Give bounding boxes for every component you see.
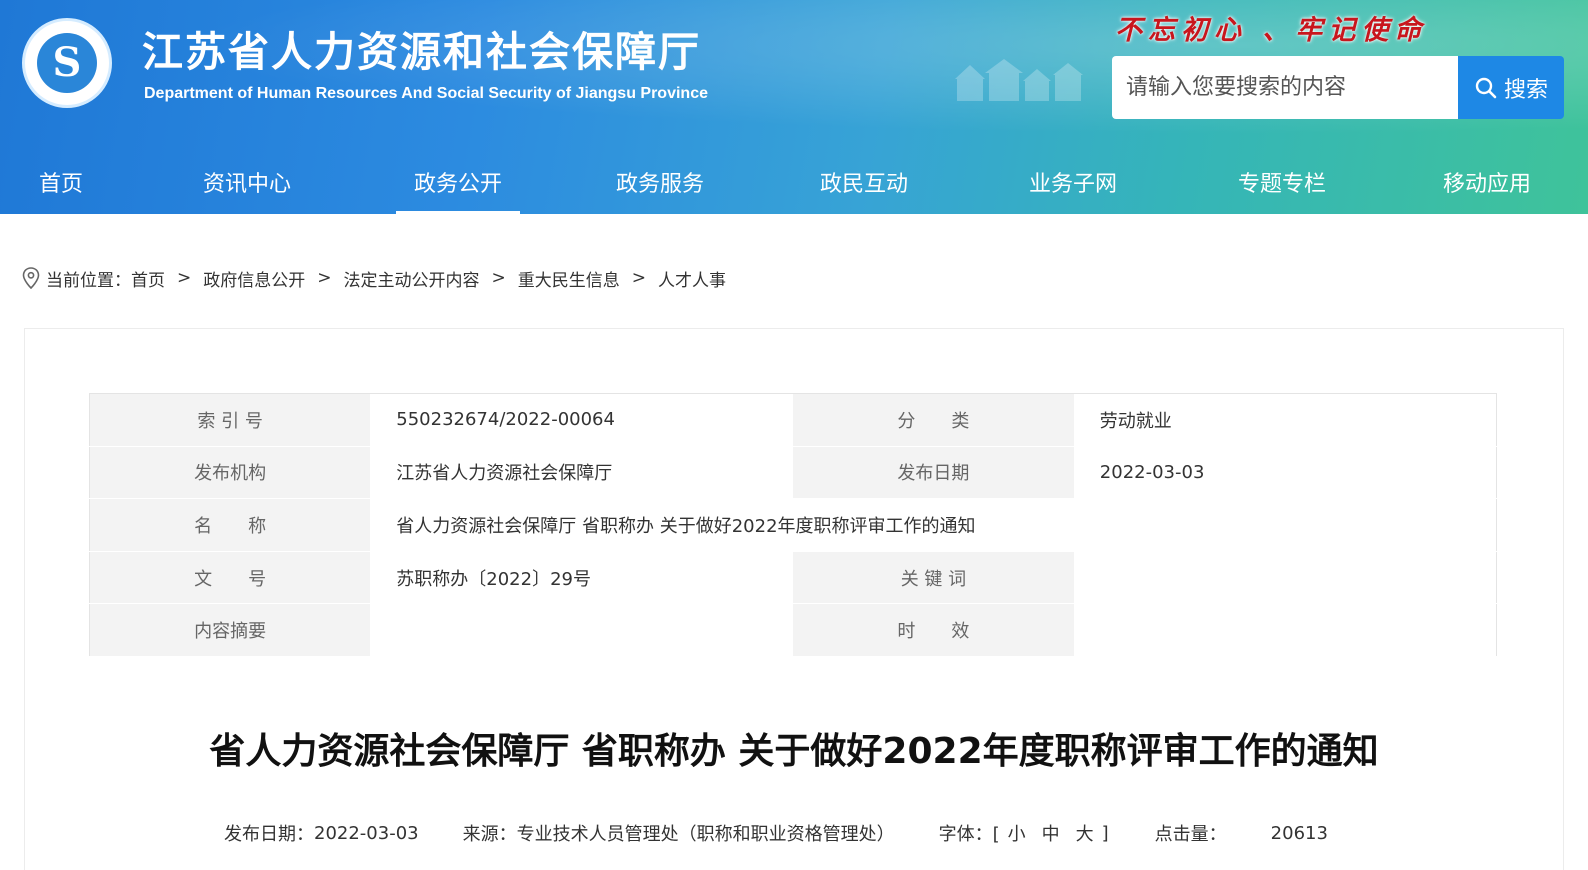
meta-label-category: 分 类 xyxy=(793,393,1074,447)
search-input[interactable] xyxy=(1112,56,1458,119)
nav-item-interaction[interactable]: 政民互动 xyxy=(760,150,968,214)
meta-label-index: 索 引 号 xyxy=(89,393,371,447)
meta-value-publisher: 江苏省人力资源社会保障厅 xyxy=(370,446,794,500)
breadcrumb-livelihood[interactable]: 重大民生信息 xyxy=(518,266,620,291)
breadcrumb-separator: > xyxy=(317,268,332,288)
meta-value-docno: 苏职称办〔2022〕29号 xyxy=(370,551,794,605)
breadcrumb: 当前位置： 首页 > 政府信息公开 > 法定主动公开内容 > 重大民生信息 > … xyxy=(22,264,726,292)
location-pin-icon xyxy=(22,267,40,289)
nav-item-mobile-apps[interactable]: 移动应用 xyxy=(1386,150,1588,214)
table-row: 索 引 号 550232674/2022-00064 分 类 劳动就业 xyxy=(89,393,1497,447)
nav-item-news[interactable]: 资讯中心 xyxy=(122,150,372,214)
table-row: 发布机构 江苏省人力资源社会保障厅 发布日期 2022-03-03 xyxy=(89,446,1497,500)
meta-value-category: 劳动就业 xyxy=(1073,393,1497,447)
nav-item-government-affairs[interactable]: 政务公开 xyxy=(396,150,520,214)
meta-label-keywords: 关 键 词 xyxy=(793,551,1074,605)
breadcrumb-statutory[interactable]: 法定主动公开内容 xyxy=(344,266,480,291)
meta-value-validity xyxy=(1073,603,1497,657)
font-size-label: 字体：[ xyxy=(938,824,1000,845)
breadcrumb-prefix: 当前位置： xyxy=(46,270,131,291)
source-value: 专业技术人员管理处（职称和职业资格管理处） xyxy=(516,824,895,845)
publish-date-label: 发布日期： xyxy=(224,824,314,845)
site-header: S 江苏省人力资源和社会保障厅 Department of Human Reso… xyxy=(0,0,1588,214)
meta-value-date: 2022-03-03 xyxy=(1073,446,1497,500)
font-size-medium-button[interactable]: 中 xyxy=(1042,820,1060,846)
site-title-cn: 江苏省人力资源和社会保障厅 xyxy=(142,28,701,76)
meta-label-validity: 时 效 xyxy=(793,603,1074,657)
meta-label-summary: 内容摘要 xyxy=(89,603,371,657)
breadcrumb-separator: > xyxy=(177,268,192,288)
document-title: 省人力资源社会保障厅 省职称办 关于做好2022年度职称评审工作的通知 xyxy=(209,731,1379,772)
breadcrumb-gov-info[interactable]: 政府信息公开 xyxy=(203,266,305,291)
ministry-logo-icon[interactable]: S xyxy=(22,18,112,108)
document-info-bar: 发布日期： 2022-03-03 来源： 专业技术人员管理处（职称和职业资格管理… xyxy=(224,818,1328,848)
font-size-small-button[interactable]: 小 xyxy=(1008,820,1026,846)
hits-label: 点击量： xyxy=(1154,824,1227,845)
nav-item-services[interactable]: 政务服务 xyxy=(560,150,760,214)
document-meta-table: 索 引 号 550232674/2022-00064 分 类 劳动就业 发布机构… xyxy=(89,393,1497,657)
search-button-label: 搜索 xyxy=(1503,77,1548,103)
meta-label-publisher: 发布机构 xyxy=(89,446,371,500)
meta-value-index: 550232674/2022-00064 xyxy=(370,393,794,447)
search-icon xyxy=(1475,77,1497,98)
nav-item-home[interactable]: 首页 xyxy=(0,150,122,214)
buildings-decoration-icon xyxy=(955,59,1083,101)
main-nav: 首页 资讯中心 政务公开 政务服务 政民互动 业务子网 专题专栏 移动应用 xyxy=(0,150,1588,214)
breadcrumb-separator: > xyxy=(491,268,506,288)
table-row: 内容摘要 时 效 xyxy=(89,603,1497,657)
publish-date-value: 2022-03-03 xyxy=(314,822,419,844)
meta-label-name: 名 称 xyxy=(89,498,371,552)
hits-value: 20613 xyxy=(1270,822,1328,844)
font-size-large-button[interactable]: 大 xyxy=(1076,820,1094,846)
breadcrumb-home[interactable]: 首页 xyxy=(131,266,165,291)
search-button[interactable]: 搜索 xyxy=(1458,56,1564,119)
nav-item-subsites[interactable]: 业务子网 xyxy=(968,150,1178,214)
table-row: 名 称 省人力资源社会保障厅 省职称办 关于做好2022年度职称评审工作的通知 xyxy=(89,498,1497,552)
nav-item-topics[interactable]: 专题专栏 xyxy=(1178,150,1386,214)
meta-value-summary xyxy=(370,603,794,657)
slogan-text: 不忘初心 、牢记使命 xyxy=(1115,15,1428,46)
breadcrumb-talent[interactable]: 人才人事 xyxy=(658,266,726,291)
meta-label-docno: 文 号 xyxy=(89,551,371,605)
breadcrumb-separator: > xyxy=(631,268,646,288)
meta-label-date: 发布日期 xyxy=(793,446,1074,500)
source-label: 来源： xyxy=(462,824,517,845)
meta-value-name: 省人力资源社会保障厅 省职称办 关于做好2022年度职称评审工作的通知 xyxy=(370,498,1497,552)
site-title-en: Department of Human Resources And Social… xyxy=(144,85,708,102)
meta-value-keywords xyxy=(1073,551,1497,605)
table-row: 文 号 苏职称办〔2022〕29号 关 键 词 xyxy=(89,551,1497,605)
font-size-close-bracket: ] xyxy=(1101,822,1109,844)
